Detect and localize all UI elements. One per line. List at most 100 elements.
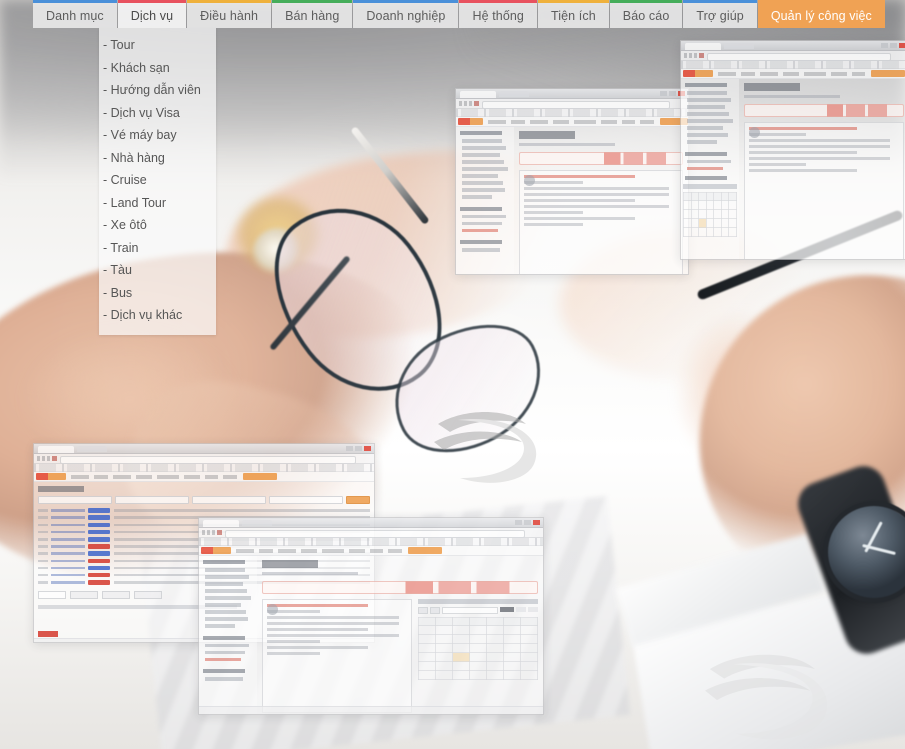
nav-item[interactable] xyxy=(136,474,152,479)
calendar-view-week[interactable] xyxy=(516,607,526,612)
dropdown-item[interactable]: - Tour xyxy=(99,34,216,57)
menu-item-điều-hành[interactable]: Điều hành xyxy=(187,0,272,28)
app-top-nav[interactable] xyxy=(456,117,688,127)
nav-item[interactable] xyxy=(223,474,237,479)
browser-address-bar[interactable] xyxy=(681,51,905,61)
nav-item[interactable] xyxy=(573,119,596,124)
nav-item[interactable] xyxy=(529,119,548,124)
dropdown-item[interactable]: - Tàu xyxy=(99,259,216,282)
browser-nav-icons[interactable] xyxy=(202,530,222,535)
menu-item-trợ-giúp[interactable]: Trợ giúp xyxy=(683,0,757,28)
nav-item-active[interactable] xyxy=(243,473,277,480)
browser-tab-active[interactable] xyxy=(203,519,239,527)
sidebar-item[interactable] xyxy=(687,119,733,123)
nav-item[interactable] xyxy=(278,548,296,553)
app-sidebar[interactable] xyxy=(456,127,514,274)
sidebar-item[interactable] xyxy=(687,140,717,144)
calendar-panel[interactable] xyxy=(418,599,538,713)
mini-calendar[interactable] xyxy=(683,184,737,237)
bookmarks-bar[interactable] xyxy=(681,61,905,69)
menu-item-báo-cáo[interactable]: Báo cáo xyxy=(609,0,683,28)
nav-item[interactable] xyxy=(113,474,131,479)
nav-item[interactable] xyxy=(349,548,365,553)
sidebar-item[interactable] xyxy=(205,624,235,628)
dropdown-item[interactable]: - Cruise xyxy=(99,169,216,192)
filter-select[interactable] xyxy=(38,496,112,504)
sidebar-item[interactable] xyxy=(462,167,508,171)
browser-nav-icons[interactable] xyxy=(459,101,479,106)
dropdown-item[interactable]: - Khách sạn xyxy=(99,57,216,80)
browser-tab[interactable] xyxy=(724,43,754,49)
sidebar-item[interactable] xyxy=(687,91,727,95)
browser-tab-active[interactable] xyxy=(38,445,74,453)
calendar-prev-button[interactable] xyxy=(418,607,428,614)
browser-tab[interactable] xyxy=(242,520,272,526)
window-controls[interactable] xyxy=(346,446,371,451)
nav-item[interactable] xyxy=(852,71,865,76)
sidebar-item[interactable] xyxy=(462,160,504,164)
filter-select[interactable] xyxy=(192,496,266,504)
notification-bar[interactable] xyxy=(262,581,538,594)
notification-bar[interactable] xyxy=(744,104,904,117)
app-top-nav[interactable] xyxy=(34,472,374,482)
table-row[interactable] xyxy=(38,508,370,513)
nav-item[interactable] xyxy=(205,474,218,479)
sidebar-item[interactable] xyxy=(205,589,247,593)
nav-item[interactable] xyxy=(322,548,344,553)
sidebar-item[interactable] xyxy=(205,610,246,614)
sidebar-item[interactable] xyxy=(462,195,492,199)
dropdown-item[interactable]: - Dịch vụ Visa xyxy=(99,102,216,125)
menu-item-danh-mục[interactable]: Danh mục xyxy=(33,0,117,28)
window-controls[interactable] xyxy=(881,43,905,48)
nav-item[interactable] xyxy=(487,119,506,124)
browser-tab-active[interactable] xyxy=(685,42,721,50)
main-menu-bar[interactable]: Danh mục Dịch vụ Điều hành Bán hàng Doanh ng… xyxy=(33,0,885,28)
browser-nav-icons[interactable] xyxy=(37,456,57,461)
nav-item[interactable] xyxy=(259,548,273,553)
browser-tab-active[interactable] xyxy=(460,90,496,98)
browser-nav-icons[interactable] xyxy=(684,53,704,58)
nav-item[interactable] xyxy=(600,119,617,124)
menu-item-dịch-vụ[interactable]: Dịch vụ xyxy=(117,0,187,28)
nav-item[interactable] xyxy=(783,71,799,76)
menu-item-tiện-ích[interactable]: Tiện ích xyxy=(537,0,609,28)
nav-item[interactable] xyxy=(621,119,635,124)
dropdown-item[interactable]: - Bus xyxy=(99,282,216,305)
nav-item[interactable] xyxy=(718,71,736,76)
dropdown-item[interactable]: - Land Tour xyxy=(99,192,216,215)
url-field[interactable] xyxy=(225,529,525,538)
sidebar-item[interactable] xyxy=(205,596,251,600)
browser-address-bar[interactable] xyxy=(34,454,374,464)
window-controls[interactable] xyxy=(515,520,540,525)
nav-item[interactable] xyxy=(236,548,254,553)
nav-item-active[interactable] xyxy=(408,547,442,554)
sidebar-item[interactable] xyxy=(462,139,502,143)
nav-item[interactable] xyxy=(71,474,89,479)
nav-item[interactable] xyxy=(760,71,778,76)
sidebar-item[interactable] xyxy=(205,582,243,586)
nav-item[interactable] xyxy=(510,119,525,124)
sidebar-item[interactable] xyxy=(687,105,725,109)
sidebar-item[interactable] xyxy=(205,617,248,621)
services-dropdown-menu[interactable]: - Tour - Khách sạn - Hướng dẫn viên - Dịch … xyxy=(99,28,216,335)
calendar-view-day[interactable] xyxy=(528,607,538,612)
sidebar-item[interactable] xyxy=(687,98,731,102)
bookmarks-bar[interactable] xyxy=(456,109,688,117)
dropdown-item[interactable]: - Train xyxy=(99,237,216,260)
browser-tab[interactable] xyxy=(77,446,107,452)
app-top-nav[interactable] xyxy=(681,69,905,79)
nav-item[interactable] xyxy=(552,119,569,124)
tab-button[interactable] xyxy=(70,590,98,599)
url-field[interactable] xyxy=(60,455,356,464)
dropdown-item[interactable]: - Xe ôtô xyxy=(99,214,216,237)
sidebar-item[interactable] xyxy=(205,568,245,572)
browser-tab[interactable] xyxy=(499,91,529,97)
browser-address-bar[interactable] xyxy=(199,528,543,538)
sidebar-item[interactable] xyxy=(687,133,728,137)
filter-select[interactable] xyxy=(115,496,189,504)
sidebar-item[interactable] xyxy=(462,146,506,150)
app-sidebar[interactable] xyxy=(681,79,739,259)
sidebar-item[interactable] xyxy=(462,188,505,192)
nav-item[interactable] xyxy=(804,71,826,76)
tab-button[interactable] xyxy=(134,590,162,599)
